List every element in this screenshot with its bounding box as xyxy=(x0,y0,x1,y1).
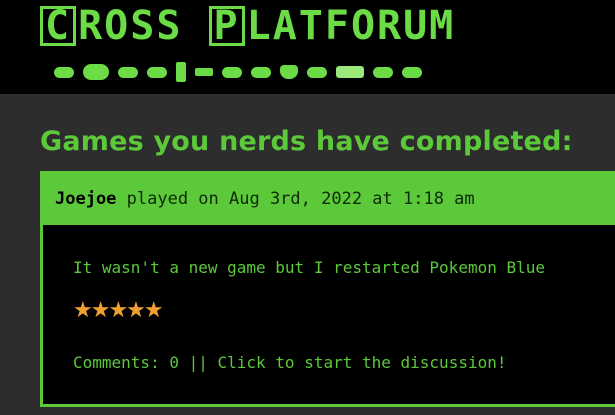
wii-remote-icon[interactable] xyxy=(176,62,186,82)
comments-count: Comments: 0 || xyxy=(73,353,218,372)
switch-icon[interactable] xyxy=(336,66,364,78)
logo-letter-c: C xyxy=(40,6,77,46)
gba-icon[interactable] xyxy=(195,68,213,76)
post-comments: Comments: 0 || Click to start the discus… xyxy=(73,353,506,372)
logo-word-cross: ROSS xyxy=(78,3,209,49)
post-meta: played on Aug 3rd, 2022 at 1:18 am xyxy=(116,189,475,209)
start-discussion-link[interactable]: Click to start the discussion! xyxy=(218,353,507,372)
n64-controller-icon[interactable] xyxy=(280,65,298,79)
xbox-controller-icon[interactable] xyxy=(83,64,109,80)
psx-controller-icon[interactable] xyxy=(54,66,74,78)
site-header: C ROSS P LATFORUM xyxy=(0,0,615,94)
ps2-controller-icon[interactable] xyxy=(251,66,271,78)
rating-stars: ★★★★★ xyxy=(73,298,164,323)
platform-icon-bar xyxy=(54,60,422,84)
logo-word-latforum: LATFORUM xyxy=(246,3,456,49)
completed-game-post: Joejoe played on Aug 3rd, 2022 at 1:18 a… xyxy=(40,171,615,407)
snes-controller-icon[interactable] xyxy=(147,66,167,78)
site-logo[interactable]: C ROSS P LATFORUM xyxy=(40,2,455,50)
post-body: It wasn't a new game but I restarted Pok… xyxy=(73,258,546,277)
ps3-controller-icon[interactable] xyxy=(307,66,327,78)
ps4-controller-icon[interactable] xyxy=(402,66,422,78)
xbox360-controller-icon[interactable] xyxy=(373,66,393,78)
post-header: Joejoe played on Aug 3rd, 2022 at 1:18 a… xyxy=(43,174,615,225)
page-title: Games you nerds have completed: xyxy=(40,126,573,157)
logo-letter-p: P xyxy=(208,6,245,46)
nes-controller-icon[interactable] xyxy=(222,66,242,78)
post-username[interactable]: Joejoe xyxy=(55,189,116,209)
gamecube-controller-icon[interactable] xyxy=(118,66,138,78)
